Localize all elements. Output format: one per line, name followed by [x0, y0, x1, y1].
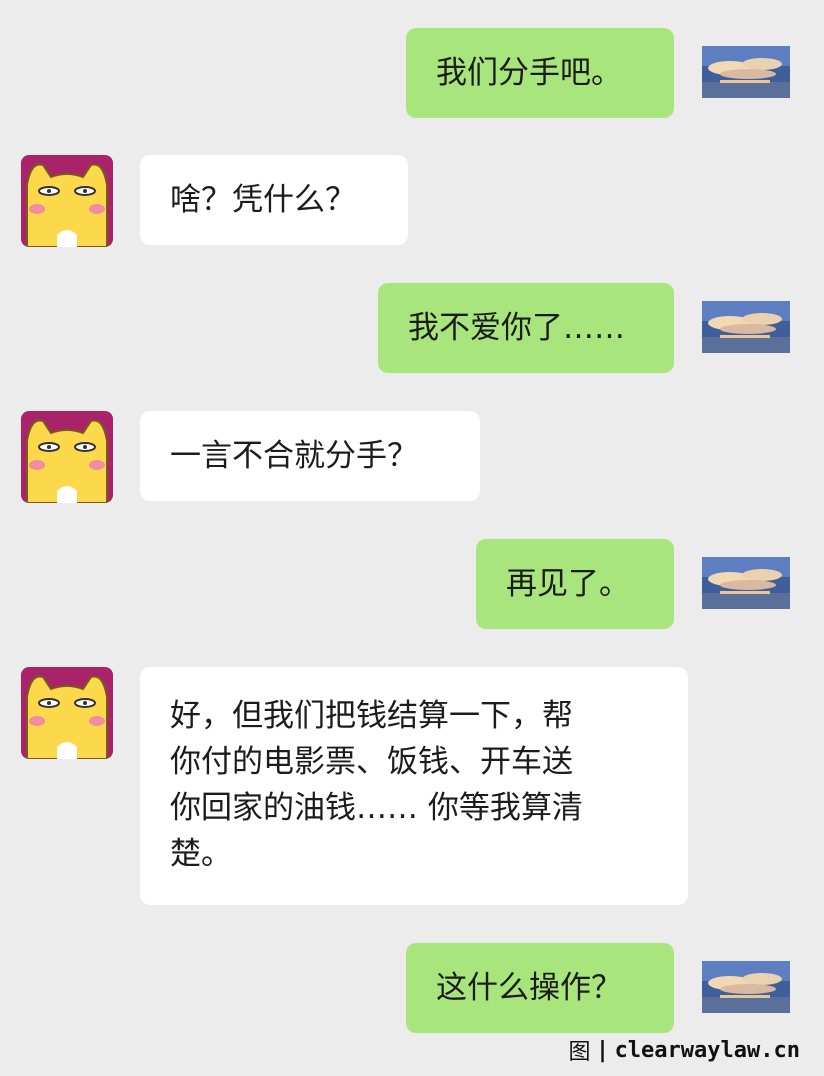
my-message-bubble[interactable]: 再见了。: [476, 539, 674, 629]
their-message-bubble[interactable]: 一言不合就分手？: [140, 411, 480, 501]
my-avatar-icon[interactable]: [700, 539, 792, 631]
chat-message-row: 啥？凭什么？: [0, 155, 824, 247]
my-avatar-icon[interactable]: [700, 943, 792, 1035]
chat-message-row: 好，但我们把钱结算一下，帮 你付的电影票、饭钱、开车送 你回家的油钱…… 你等我…: [0, 667, 824, 907]
chat-message-row: 我不爱你了……: [0, 283, 824, 375]
image-credit: 图 | clearwaylaw.cn: [569, 1034, 801, 1066]
their-message-bubble[interactable]: 好，但我们把钱结算一下，帮 你付的电影票、饭钱、开车送 你回家的油钱…… 你等我…: [140, 667, 688, 905]
my-message-bubble[interactable]: 这什么操作？: [406, 943, 674, 1033]
my-avatar-icon[interactable]: [700, 283, 792, 375]
chat-message-row: 再见了。: [0, 539, 824, 631]
credit-site: clearwaylaw.cn: [614, 1037, 800, 1063]
cat-avatar-icon[interactable]: [21, 155, 113, 247]
chat-message-row: 一言不合就分手？: [0, 411, 824, 503]
chat-message-row: 我们分手吧。: [0, 28, 824, 120]
credit-prefix: 图: [568, 1040, 591, 1065]
my-message-bubble[interactable]: 我不爱你了……: [378, 283, 674, 373]
my-message-bubble[interactable]: 我们分手吧。: [406, 28, 674, 118]
cat-avatar-icon[interactable]: [21, 411, 113, 503]
their-message-bubble[interactable]: 啥？凭什么？: [140, 155, 408, 245]
chat-message-row: 这什么操作？: [0, 943, 824, 1035]
my-avatar-icon[interactable]: [700, 28, 792, 120]
credit-separator: |: [598, 1037, 607, 1063]
cat-avatar-icon[interactable]: [21, 667, 113, 759]
